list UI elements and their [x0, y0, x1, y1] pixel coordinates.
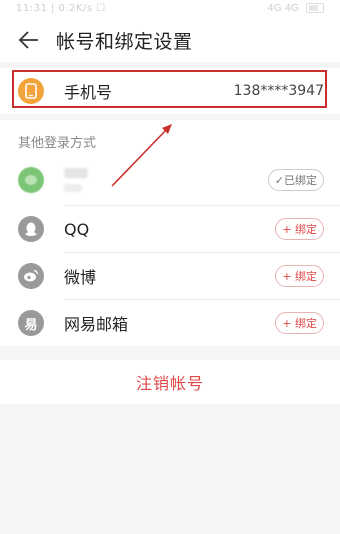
netease-mail-row[interactable]: 易 网易邮箱 + 绑定 [0, 300, 340, 346]
page-title: 帐号和绑定设置 [56, 30, 193, 53]
weibo-label: 微博 [64, 268, 97, 287]
qq-row[interactable]: QQ + 绑定 [0, 206, 340, 252]
wechat-row[interactable]: ✓已绑定 [0, 155, 340, 205]
battery-icon [306, 3, 324, 13]
weibo-icon [18, 263, 44, 289]
netease-mail-label: 网易邮箱 [64, 315, 129, 334]
phone-number-row[interactable]: 手机号 138****3947 [0, 68, 340, 114]
app-header: 帐号和绑定设置 [0, 18, 340, 62]
qq-label: QQ [64, 219, 90, 239]
wechat-account-info [64, 168, 268, 192]
wechat-icon [18, 167, 44, 193]
wechat-bound-badge: ✓已绑定 [267, 169, 324, 191]
section-label: 其他登录方式 [0, 120, 340, 155]
other-login-section: 其他登录方式 ✓已绑定 QQ + 绑定 微博 + 绑定 易 网易邮箱 + 绑定 [0, 120, 340, 346]
status-bar: 11:31 | 0.2K/s ☐ 4G 4G [0, 0, 340, 18]
weibo-bind-button[interactable]: + 绑定 [275, 265, 324, 287]
status-bar-left: 11:31 | 0.2K/s ☐ [16, 3, 106, 14]
logout-button[interactable]: 注销帐号 [0, 360, 340, 404]
arrow-left-icon[interactable] [18, 30, 40, 50]
netease-mail-icon: 易 [18, 310, 44, 336]
weibo-row[interactable]: 微博 + 绑定 [0, 253, 340, 299]
status-bar-right: 4G 4G [267, 0, 324, 18]
wechat-sub-blurred [64, 184, 82, 192]
qq-penguin-icon [18, 216, 44, 242]
smartphone-icon [18, 78, 44, 104]
wechat-name-blurred [64, 168, 88, 178]
qq-bind-button[interactable]: + 绑定 [275, 218, 324, 240]
phone-label: 手机号 [64, 83, 113, 102]
phone-value: 138****3947 [233, 83, 324, 99]
netease-mail-bind-button[interactable]: + 绑定 [275, 312, 324, 334]
signal-indicator: 4G 4G [267, 3, 299, 14]
